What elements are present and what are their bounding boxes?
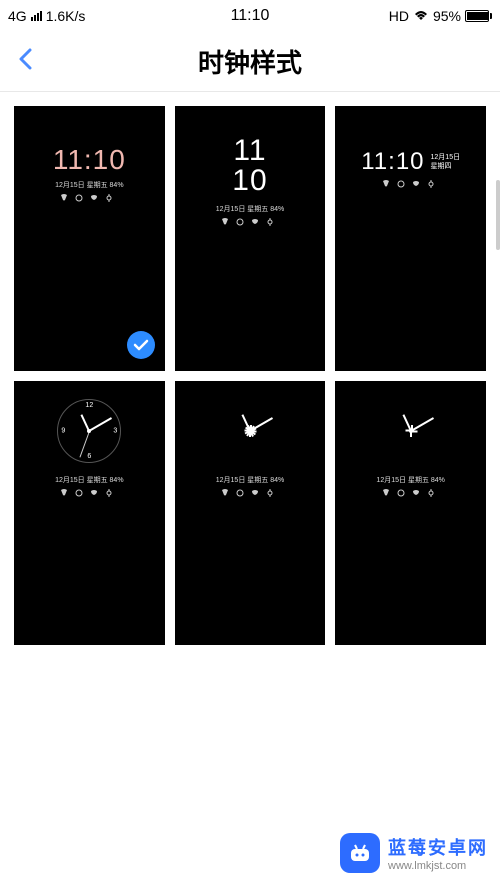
clock-style-1[interactable]: 11:10 12月15日 星期五 84% [14,106,165,371]
watermark: 蓝莓安卓网 www.lmkjst.com [328,827,500,879]
status-time: 11:10 [231,7,270,25]
status-bar: 4G 1.6K/s 11:10 HD 95% [0,0,500,32]
wifi-icon [413,8,429,24]
watermark-title: 蓝莓安卓网 [388,834,488,860]
nav-bar: 时钟样式 [0,32,500,92]
analog-clock-icon: 12 6 9 3 [57,399,121,463]
page-title: 时钟样式 [198,43,302,80]
notification-icons [220,218,280,228]
notification-icons [381,180,441,190]
watermark-url: www.lmkjst.com [388,860,488,872]
preview-time: 11:10 [53,144,126,176]
preview-date: 12月15日 星期五 84% [55,180,123,190]
signal-icon [31,11,42,21]
back-button[interactable] [0,48,50,75]
battery-pct: 95% [433,8,461,24]
selected-check-icon [127,331,155,359]
clock-style-2[interactable]: 1110 12月15日 星期五 84% [175,106,326,371]
notification-icons [59,194,119,204]
notification-icons [220,489,280,499]
hd-label: HD [389,8,409,24]
watermark-logo-icon [340,833,380,873]
clock-style-grid: 11:10 12月15日 星期五 84% 1110 12月15日 星期五 84%… [0,92,500,659]
analog-clock-icon [218,399,282,463]
preview-date: 12月15日 星期五 84% [376,475,444,485]
analog-clock-icon [379,399,443,463]
clock-style-3[interactable]: 11:10 12月15日星期四 [335,106,486,371]
network-speed: 1.6K/s [46,8,86,24]
network-type: 4G [8,8,27,24]
preview-date: 12月15日 星期五 84% [216,204,284,214]
notification-icons [381,489,441,499]
clock-style-4[interactable]: 12 6 9 3 12月15日 星期五 84% [14,381,165,646]
preview-date: 12月15日 星期五 84% [55,475,123,485]
preview-time: 11:10 [361,148,424,176]
clock-style-6[interactable]: 12月15日 星期五 84% [335,381,486,646]
clock-style-5[interactable]: 12月15日 星期五 84% [175,381,326,646]
preview-date: 12月15日星期四 [431,153,461,171]
battery-icon [465,10,492,22]
preview-date: 12月15日 星期五 84% [216,475,284,485]
scrollbar[interactable] [496,180,500,250]
preview-time: 1110 [232,136,267,196]
notification-icons [59,489,119,499]
